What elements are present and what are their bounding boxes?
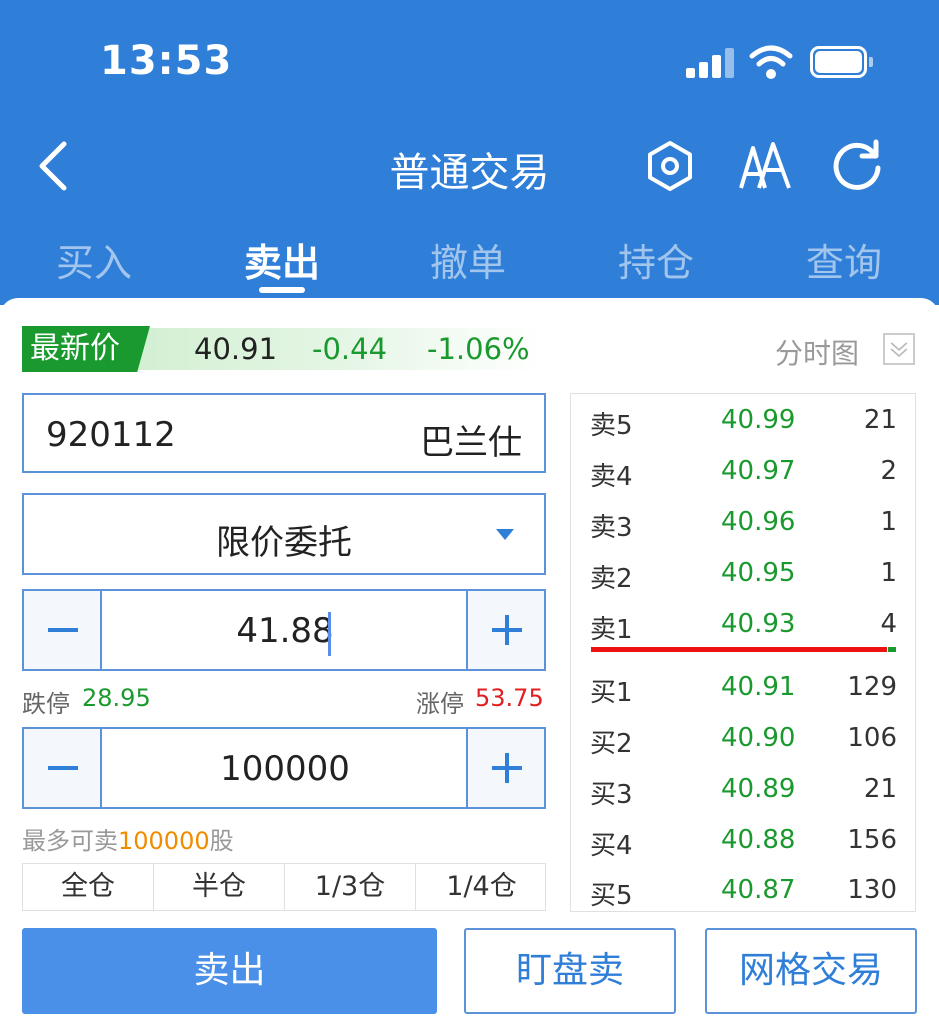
level-label: 卖4 [590, 462, 633, 492]
tab-buy[interactable]: 买入 [24, 232, 164, 287]
bid-row[interactable]: 买2 40.90 106 [571, 714, 917, 762]
ask-row[interactable]: 卖4 40.97 2 [571, 447, 917, 495]
level-label: 卖5 [590, 411, 633, 441]
stock-code-field[interactable]: 920112 巴兰仕 [22, 393, 546, 473]
level-price: 40.99 [721, 405, 796, 435]
level-volume: 106 [847, 723, 897, 753]
bid-row[interactable]: 买3 40.89 21 [571, 765, 917, 813]
price-minus-button[interactable] [24, 591, 102, 669]
signal-icon [686, 48, 734, 78]
level-price: 40.97 [721, 456, 796, 486]
up-limit-value[interactable]: 53.75 [475, 684, 544, 712]
level-volume: 21 [863, 405, 897, 435]
battery-icon [810, 46, 873, 78]
level-label: 买2 [590, 729, 633, 759]
level-volume: 1 [880, 507, 897, 537]
sell-button[interactable]: 卖出 [22, 928, 437, 1014]
level-price: 40.93 [721, 609, 796, 639]
quantity-stepper: 100000 [22, 727, 546, 809]
ask-row[interactable]: 卖2 40.95 1 [571, 549, 917, 597]
spread-divider [591, 647, 887, 652]
latest-price-label: 最新价 [22, 326, 150, 372]
header: 13:53 普通交易 买入 卖出 撤单 持仓 查询 [0, 0, 939, 305]
tab-positions[interactable]: 持仓 [586, 232, 726, 287]
quantity-plus-button[interactable] [466, 729, 544, 807]
bid-row[interactable]: 买5 40.87 130 [571, 866, 917, 914]
chevron-down-icon[interactable] [883, 333, 915, 365]
font-size-icon[interactable] [737, 140, 793, 192]
stock-name: 巴兰仕 [420, 423, 522, 463]
price-stepper: 41.88 [22, 589, 546, 671]
price-change-pct: -1.06% [427, 332, 530, 366]
ask-row[interactable]: 卖1 40.93 4 [571, 600, 917, 648]
trade-tabs: 买入 卖出 撤单 持仓 查询 [0, 232, 939, 292]
position-ratio-buttons: 全仓 半仓 1/3仓 1/4仓 [22, 863, 546, 911]
bid-row[interactable]: 买1 40.91 129 [571, 663, 917, 711]
level-volume: 2 [880, 456, 897, 486]
level-price: 40.90 [721, 723, 796, 753]
tab-cancel[interactable]: 撤单 [398, 232, 538, 287]
level-price: 40.89 [721, 774, 796, 804]
level-label: 买4 [590, 831, 633, 861]
price-limits: 跌停 28.95 涨停 53.75 [22, 684, 546, 718]
ask-row[interactable]: 卖3 40.96 1 [571, 498, 917, 546]
latest-price-value: 40.91 [194, 332, 278, 366]
tab-query[interactable]: 查询 [774, 232, 914, 287]
level-price: 40.96 [721, 507, 796, 537]
level-volume: 4 [880, 609, 897, 639]
up-limit-label: 涨停 [416, 690, 464, 718]
level-volume: 129 [847, 672, 897, 702]
spread-divider-marker [888, 647, 896, 652]
level-label: 卖2 [590, 564, 633, 594]
level-price: 40.91 [721, 672, 796, 702]
price-plus-button[interactable] [466, 591, 544, 669]
settings-hexagon-icon[interactable] [645, 140, 695, 192]
half-position-button[interactable]: 半仓 [154, 864, 285, 910]
quantity-input[interactable]: 100000 [104, 749, 466, 789]
down-limit-value[interactable]: 28.95 [82, 684, 151, 712]
level-label: 买1 [590, 678, 633, 708]
quantity-minus-button[interactable] [24, 729, 102, 807]
latest-price-strip: 最新价 40.91 -0.44 -1.06% [22, 326, 542, 372]
price-input[interactable]: 41.88 [104, 611, 466, 651]
third-position-button[interactable]: 1/3仓 [285, 864, 416, 910]
level-volume: 130 [847, 875, 897, 905]
level-label: 买5 [590, 881, 633, 911]
order-type-select[interactable]: 限价委托 [22, 493, 546, 575]
price-change: -0.44 [312, 332, 388, 366]
full-position-button[interactable]: 全仓 [23, 864, 154, 910]
status-time: 13:53 [100, 38, 233, 84]
max-sell-info: 最多可卖100000股 [22, 821, 234, 856]
level-price: 40.88 [721, 825, 796, 855]
text-cursor [328, 612, 331, 656]
intraday-chart-link[interactable]: 分时图 [775, 332, 859, 372]
level-label: 卖3 [590, 513, 633, 543]
level-volume: 156 [847, 825, 897, 855]
page-title: 普通交易 [389, 150, 550, 196]
level-price: 40.95 [721, 558, 796, 588]
level-label: 卖1 [590, 615, 633, 645]
level-volume: 21 [863, 774, 897, 804]
down-limit-label: 跌停 [22, 690, 70, 718]
order-type-value: 限价委托 [216, 523, 352, 563]
tab-sell[interactable]: 卖出 [212, 232, 352, 287]
stock-code: 920112 [46, 415, 176, 455]
ask-row[interactable]: 卖5 40.99 21 [571, 396, 917, 444]
active-tab-indicator [259, 287, 305, 293]
level-price: 40.87 [721, 875, 796, 905]
wifi-icon [749, 45, 793, 79]
max-sell-prefix: 最多可卖 [22, 827, 118, 855]
max-sell-qty: 100000 [118, 827, 210, 855]
order-book: 卖5 40.99 21 卖4 40.97 2 卖3 40.96 1 卖2 40.… [570, 393, 916, 912]
max-sell-suffix: 股 [209, 827, 234, 855]
bid-row[interactable]: 买4 40.88 156 [571, 816, 917, 864]
refresh-icon[interactable] [828, 138, 886, 194]
dropdown-arrow-icon [496, 529, 514, 540]
level-volume: 1 [880, 558, 897, 588]
level-label: 买3 [590, 780, 633, 810]
watch-sell-button[interactable]: 盯盘卖 [464, 928, 676, 1014]
grid-trade-button[interactable]: 网格交易 [705, 928, 917, 1014]
quarter-position-button[interactable]: 1/4仓 [416, 864, 547, 910]
